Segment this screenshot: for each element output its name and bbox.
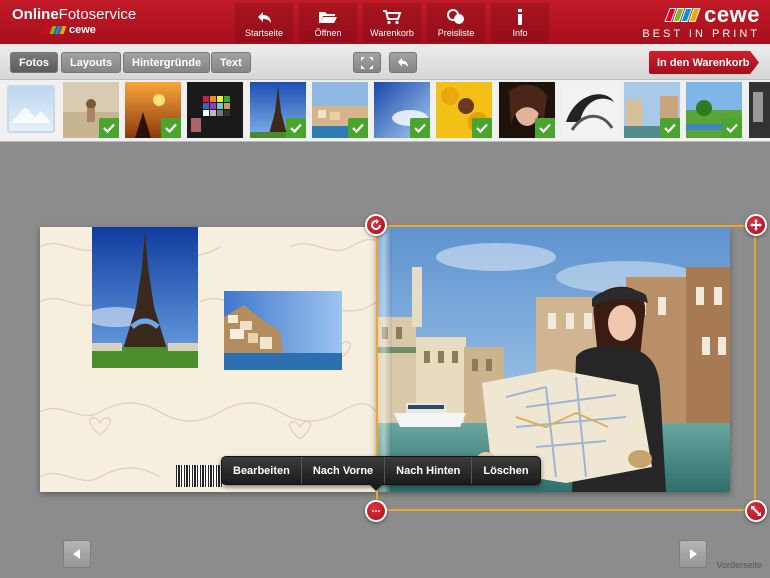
- brand-logo[interactable]: OnlineFotoservice cewe: [12, 6, 137, 37]
- brand-bold: Online: [12, 6, 59, 23]
- check-icon: [286, 118, 306, 138]
- tab-text[interactable]: Text: [211, 52, 251, 73]
- nav-info[interactable]: Info: [491, 3, 549, 42]
- info-icon: [518, 9, 522, 25]
- main-nav: Startseite Öffnen Warenkorb Preisliste I…: [235, 3, 549, 42]
- thumb-beach-child[interactable]: [63, 82, 119, 138]
- rotate-icon: [371, 219, 381, 230]
- nav-label: Öffnen: [314, 28, 342, 38]
- top-bar: OnlineFotoservice cewe Startseite Öffnen…: [0, 0, 770, 44]
- resize-arrows-icon: [751, 506, 761, 516]
- undo-button[interactable]: [389, 52, 417, 73]
- nav-label: Preisliste: [437, 28, 475, 38]
- toolbar: Fotos Layouts Hintergründe Text In den W…: [0, 44, 770, 80]
- placeholder-thumb[interactable]: [7, 85, 55, 133]
- nav-oeffnen[interactable]: Öffnen: [299, 3, 357, 42]
- move-handle[interactable]: [745, 214, 767, 236]
- photo-amalfi-coast[interactable]: [224, 291, 342, 370]
- page-label: Vorderseite: [716, 560, 762, 570]
- resize-handle[interactable]: [745, 500, 767, 522]
- book-spine: [376, 227, 392, 492]
- shopping-cart-icon: [383, 10, 402, 25]
- move-arrows-icon: [750, 219, 762, 231]
- check-icon: [348, 118, 368, 138]
- thumb-sky-clouds[interactable]: [374, 82, 430, 138]
- nav-preisliste[interactable]: Preisliste: [427, 3, 485, 42]
- check-icon: [722, 118, 742, 138]
- menu-nach-hinten[interactable]: Nach Hinten: [385, 457, 473, 484]
- check-icon: [99, 118, 119, 138]
- thumb-eiffel-tower[interactable]: [250, 82, 306, 138]
- thumb-abstract-swirl[interactable]: [562, 82, 618, 138]
- photo-venice-woman[interactable]: [376, 227, 730, 492]
- more-button-label: ...: [371, 503, 381, 515]
- image-placeholder-icon: [11, 107, 51, 123]
- menu-nach-vorne[interactable]: Nach Vorne: [302, 457, 386, 484]
- context-menu: Bearbeiten Nach Vorne Nach Hinten Lösche…: [221, 456, 541, 485]
- thumb-venice-canal[interactable]: [624, 82, 680, 138]
- check-icon: [410, 118, 430, 138]
- photo-strip[interactable]: [0, 80, 770, 142]
- thumb-color-chart[interactable]: [187, 82, 243, 138]
- menu-loeschen[interactable]: Löschen: [472, 457, 539, 484]
- photo-eiffel-tower[interactable]: [92, 227, 198, 368]
- logo-text: cewe: [704, 2, 760, 27]
- folder-open-icon: [319, 12, 337, 23]
- rotate-handle[interactable]: [365, 214, 387, 236]
- fullscreen-button[interactable]: [353, 52, 381, 73]
- coins-icon: [447, 9, 464, 24]
- nav-label: Info: [512, 28, 528, 38]
- thumb-sunflowers-woman[interactable]: [436, 82, 492, 138]
- check-icon: [660, 118, 680, 138]
- page-right[interactable]: [376, 227, 730, 492]
- prev-page-button[interactable]: [63, 540, 91, 568]
- undo-arrow-icon: [258, 12, 271, 23]
- thumb-green-landscape[interactable]: [686, 82, 742, 138]
- thumb-amalfi-coast[interactable]: [312, 82, 368, 138]
- nav-label: Startseite: [244, 28, 284, 38]
- brand-sub-text: cewe: [69, 24, 96, 36]
- nav-startseite[interactable]: Startseite: [235, 3, 293, 42]
- undo-icon: [398, 57, 408, 67]
- nav-label: Warenkorb: [370, 28, 414, 38]
- check-icon: [535, 118, 555, 138]
- check-icon: [161, 118, 181, 138]
- logo-tagline: BEST IN PRINT: [642, 28, 760, 40]
- chevron-right-icon: [690, 549, 697, 559]
- check-icon: [472, 118, 492, 138]
- chevron-left-icon: [73, 549, 80, 559]
- brand-light: Fotoservice: [58, 6, 137, 23]
- cewe-stripes-icon: [44, 26, 67, 34]
- menu-bearbeiten[interactable]: Bearbeiten: [222, 457, 302, 484]
- brand-sub: cewe: [44, 24, 96, 36]
- thumb-sunset-couple[interactable]: [125, 82, 181, 138]
- more-button[interactable]: ...: [365, 500, 387, 522]
- context-menu-arrow: [369, 484, 383, 491]
- add-to-cart-button[interactable]: In den Warenkorb: [649, 51, 759, 74]
- cewe-stripes-icon: [664, 8, 701, 22]
- cewe-logo: cewe BEST IN PRINT: [642, 2, 760, 41]
- expand-icon: [361, 56, 373, 69]
- next-page-button[interactable]: [679, 540, 707, 568]
- tab-layouts[interactable]: Layouts: [61, 52, 122, 73]
- thumb-partial[interactable]: [749, 82, 770, 138]
- thumb-woman-portrait[interactable]: [499, 82, 555, 138]
- tab-hintergruende[interactable]: Hintergründe: [123, 52, 211, 73]
- barcode: [176, 465, 224, 487]
- page-left[interactable]: [40, 227, 376, 492]
- tab-fotos[interactable]: Fotos: [10, 52, 58, 73]
- nav-warenkorb[interactable]: Warenkorb: [363, 3, 421, 42]
